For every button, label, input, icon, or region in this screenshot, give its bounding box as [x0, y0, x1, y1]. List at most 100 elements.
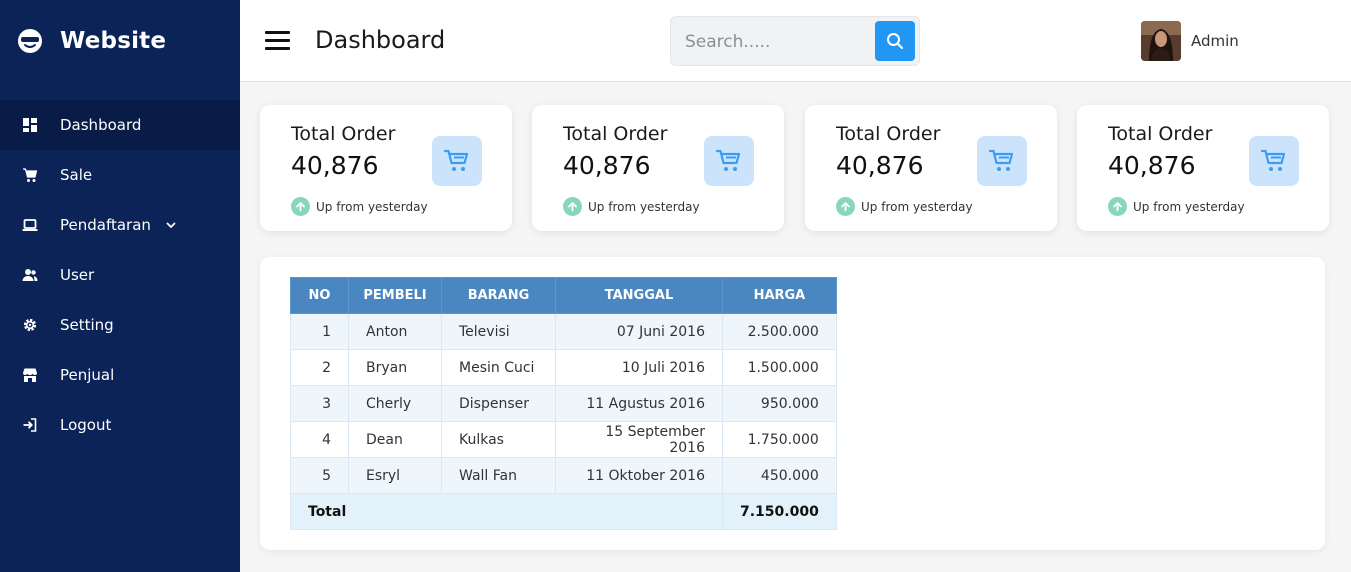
cell-pembeli: Esryl [348, 457, 442, 494]
card-badge [1249, 136, 1299, 186]
card-value: 40,876 [836, 151, 924, 180]
cell-no: 5 [290, 457, 349, 494]
cell-no: 2 [290, 349, 349, 386]
sidebar-menu: Dashboard Sale Pendaftaran User Setting … [0, 100, 240, 450]
grid-icon [21, 116, 39, 134]
card-value: 40,876 [1108, 151, 1196, 180]
cell-harga: 1.750.000 [722, 421, 837, 458]
search-icon [887, 33, 904, 50]
sidebar-item-label: User [60, 266, 95, 284]
cart-icon [443, 149, 469, 171]
card-value: 40,876 [291, 151, 379, 180]
card-title: Total Order [291, 123, 396, 145]
sidebar-item-sale[interactable]: Sale [0, 150, 240, 200]
cell-no: 1 [290, 313, 349, 350]
table-row: 4 Dean Kulkas 15 September 2016 1.750.00… [290, 421, 837, 458]
arrow-up-icon [836, 197, 855, 216]
cell-tanggal: 15 September 2016 [555, 421, 723, 458]
store-icon [21, 366, 39, 384]
arrow-up-icon [563, 197, 582, 216]
stat-card: Total Order 40,876 Up from yesterday [260, 105, 512, 231]
cell-no: 3 [290, 385, 349, 422]
sidebar-item-setting[interactable]: Setting [0, 300, 240, 350]
card-title: Total Order [1108, 123, 1213, 145]
cell-no: 4 [290, 421, 349, 458]
cell-barang: Wall Fan [441, 457, 556, 494]
total-label: Total [290, 493, 723, 530]
col-header-no: NO [290, 277, 349, 314]
cell-harga: 950.000 [722, 385, 837, 422]
sidebar-item-pendaftaran[interactable]: Pendaftaran [0, 200, 240, 250]
card-title: Total Order [836, 123, 941, 145]
cell-tanggal: 11 Agustus 2016 [555, 385, 723, 422]
card-badge [977, 136, 1027, 186]
sidebar-item-label: Setting [60, 316, 114, 334]
users-icon [21, 266, 39, 284]
sidebar-item-user[interactable]: User [0, 250, 240, 300]
chevron-down-icon[interactable] [165, 219, 177, 231]
card-trend: Up from yesterday [836, 197, 973, 216]
orders-table: NO PEMBELI BARANG TANGGAL HARGA 1 Anton … [290, 277, 837, 530]
col-header-barang: BARANG [441, 277, 556, 314]
search-input[interactable] [685, 30, 865, 54]
card-note: Up from yesterday [316, 199, 428, 214]
col-header-tanggal: TANGGAL [555, 277, 723, 314]
glasses-face-icon [18, 29, 42, 53]
cart-icon [1260, 149, 1286, 171]
card-trend: Up from yesterday [563, 197, 700, 216]
topbar: Dashboard Admin [240, 0, 1351, 82]
menu-toggle-icon[interactable] [265, 31, 290, 51]
card-title: Total Order [563, 123, 668, 145]
stat-card: Total Order 40,876 Up from yesterday [532, 105, 784, 231]
laptop-icon [21, 216, 39, 234]
stat-card: Total Order 40,876 Up from yesterday [1077, 105, 1329, 231]
card-badge [432, 136, 482, 186]
gear-icon [21, 316, 39, 334]
table-row: 5 Esryl Wall Fan 11 Oktober 2016 450.000 [290, 457, 837, 494]
search-button[interactable] [875, 21, 915, 61]
cell-barang: Dispenser [441, 385, 556, 422]
card-trend: Up from yesterday [291, 197, 428, 216]
sidebar-item-label: Penjual [60, 366, 115, 384]
table-row: 3 Cherly Dispenser 11 Agustus 2016 950.0… [290, 385, 837, 422]
sidebar-item-penjual[interactable]: Penjual [0, 350, 240, 400]
cell-tanggal: 11 Oktober 2016 [555, 457, 723, 494]
logout-icon [21, 416, 39, 434]
card-note: Up from yesterday [861, 199, 973, 214]
col-header-pembeli: PEMBELI [348, 277, 442, 314]
card-badge [704, 136, 754, 186]
table-total-row: Total 7.150.000 [290, 493, 837, 530]
brand[interactable]: Website [0, 0, 240, 82]
cell-harga: 1.500.000 [722, 349, 837, 386]
orders-panel: NO PEMBELI BARANG TANGGAL HARGA 1 Anton … [260, 257, 1325, 550]
sidebar-item-label: Logout [60, 416, 112, 434]
cell-barang: Kulkas [441, 421, 556, 458]
cell-pembeli: Anton [348, 313, 442, 350]
sidebar-item-label: Sale [60, 166, 93, 184]
cell-harga: 450.000 [722, 457, 837, 494]
arrow-up-icon [1108, 197, 1127, 216]
sidebar-item-label: Pendaftaran [60, 216, 151, 234]
cell-harga: 2.500.000 [722, 313, 837, 350]
sidebar-item-dashboard[interactable]: Dashboard [0, 100, 240, 150]
user-name: Admin [1191, 32, 1239, 50]
cart-icon [715, 149, 741, 171]
page-title: Dashboard [315, 26, 446, 54]
user-menu[interactable]: Admin [1141, 21, 1239, 61]
cell-tanggal: 10 Juli 2016 [555, 349, 723, 386]
cell-barang: Televisi [441, 313, 556, 350]
card-value: 40,876 [563, 151, 651, 180]
table-header-row: NO PEMBELI BARANG TANGGAL HARGA [290, 277, 837, 314]
cell-pembeli: Bryan [348, 349, 442, 386]
sidebar: Website Dashboard Sale Pendaftaran User … [0, 0, 240, 572]
card-note: Up from yesterday [1133, 199, 1245, 214]
table-row: 1 Anton Televisi 07 Juni 2016 2.500.000 [290, 313, 837, 350]
card-note: Up from yesterday [588, 199, 700, 214]
card-trend: Up from yesterday [1108, 197, 1245, 216]
sidebar-item-logout[interactable]: Logout [0, 400, 240, 450]
cart-icon [21, 166, 39, 184]
col-header-harga: HARGA [722, 277, 837, 314]
avatar[interactable] [1141, 21, 1181, 61]
table-row: 2 Bryan Mesin Cuci 10 Juli 2016 1.500.00… [290, 349, 837, 386]
cell-tanggal: 07 Juni 2016 [555, 313, 723, 350]
